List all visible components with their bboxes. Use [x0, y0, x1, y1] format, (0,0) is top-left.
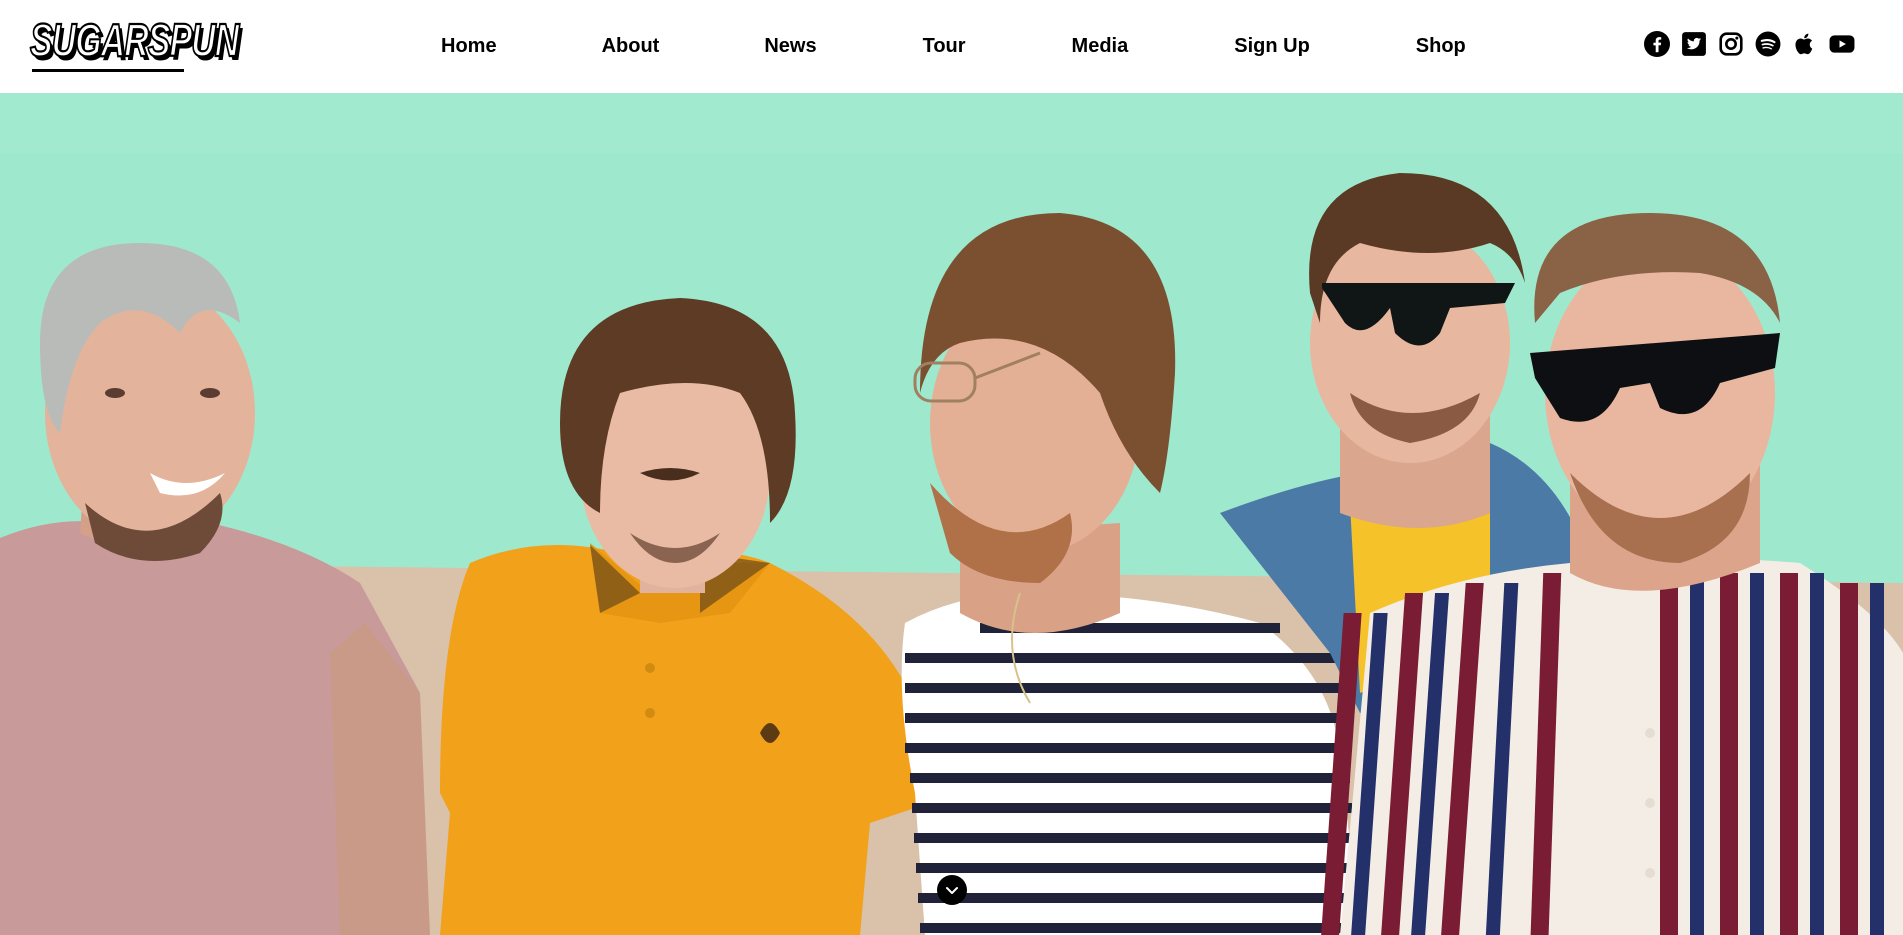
- facebook-icon[interactable]: [1644, 31, 1670, 57]
- nav-tour[interactable]: Tour: [923, 35, 966, 58]
- hero-band-photo: [0, 93, 1903, 935]
- nav-shop[interactable]: Shop: [1416, 35, 1466, 58]
- instagram-icon[interactable]: [1718, 31, 1744, 57]
- twitter-icon[interactable]: [1681, 31, 1707, 57]
- social-links: [1644, 30, 1855, 58]
- site-logo[interactable]: SUGARSPUN: [29, 16, 240, 73]
- spotify-icon[interactable]: [1755, 31, 1781, 57]
- main-nav: Home About News Tour Media Sign Up Shop: [430, 0, 1466, 93]
- nav-media[interactable]: Media: [1072, 35, 1129, 58]
- nav-sign-up[interactable]: Sign Up: [1234, 35, 1310, 58]
- scroll-down-button[interactable]: [937, 875, 967, 905]
- nav-news[interactable]: News: [764, 35, 816, 58]
- apple-music-icon[interactable]: [1792, 31, 1818, 57]
- youtube-icon[interactable]: [1829, 31, 1855, 57]
- nav-about[interactable]: About: [602, 35, 660, 58]
- nav-home[interactable]: Home: [441, 35, 497, 58]
- chevron-down-icon: [946, 887, 958, 894]
- logo-underline: [32, 69, 184, 72]
- logo-wordmark: SUGARSPUN: [29, 15, 240, 67]
- site-header: SUGARSPUN Home About News Tour Media Sig…: [0, 0, 1903, 93]
- band-photo: [0, 93, 1903, 935]
